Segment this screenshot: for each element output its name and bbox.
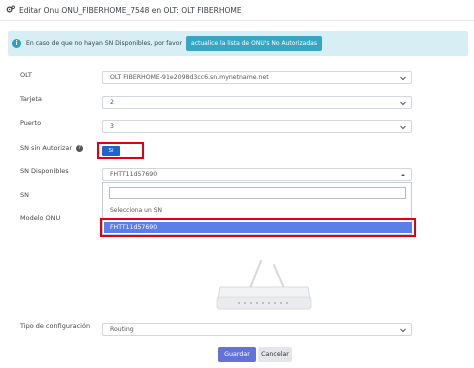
sn-label: SN bbox=[20, 191, 29, 199]
sn-disponibles-label: SN Disponibles bbox=[20, 167, 69, 175]
header-divider bbox=[0, 20, 474, 21]
dropdown-option[interactable]: Selecciona un SN bbox=[110, 207, 162, 214]
sn-sin-autorizar-label: SN sin Autorizar? bbox=[20, 144, 84, 152]
tarjeta-label: Tarjeta bbox=[20, 95, 42, 103]
tipo-configuracion-select[interactable]: Routing bbox=[102, 323, 412, 336]
page-title: Editar Onu ONU_FIBERHOME_7548 en OLT: OL… bbox=[6, 3, 242, 17]
puerto-label: Puerto bbox=[20, 119, 42, 127]
info-banner: i En caso de que no hayan SN Disponibles… bbox=[8, 31, 468, 56]
refresh-unauthorized-onus-button[interactable]: actualice la lista de ONU's No Autorizad… bbox=[186, 36, 322, 51]
chevron-up-icon bbox=[399, 171, 407, 179]
info-icon: i bbox=[12, 39, 21, 48]
olt-select-value: OLT FIBERHOME-91e2098d3cc6.sn.mynetname.… bbox=[110, 74, 269, 81]
puerto-select-value: 3 bbox=[110, 123, 114, 130]
olt-select[interactable]: OLT FIBERHOME-91e2098d3cc6.sn.mynetname.… bbox=[102, 71, 412, 84]
chevron-down-icon bbox=[399, 123, 407, 131]
tipo-configuracion-select-value: Routing bbox=[110, 326, 134, 333]
dropdown-option-highlighted[interactable]: FHTT11d57690 bbox=[100, 218, 416, 237]
gears-icon bbox=[6, 5, 15, 16]
tarjeta-select[interactable]: 2 bbox=[102, 96, 412, 109]
puerto-select[interactable]: 3 bbox=[102, 120, 412, 133]
tarjeta-select-value: 2 bbox=[110, 99, 114, 106]
chevron-down-icon bbox=[399, 326, 407, 334]
modelo-onu-label: Modelo ONU bbox=[20, 214, 61, 222]
sn-sin-autorizar-label-text: SN sin Autorizar bbox=[20, 144, 73, 152]
sn-search-input[interactable] bbox=[109, 187, 406, 199]
chevron-down-icon bbox=[399, 99, 407, 107]
sn-sin-autorizar-toggle[interactable]: Si bbox=[97, 142, 144, 159]
onu-model-image bbox=[214, 260, 314, 312]
cancel-button[interactable]: Cancelar bbox=[258, 347, 292, 362]
toggle-on-label: Si bbox=[102, 146, 120, 156]
dropdown-option-label: FHTT11d57690 bbox=[104, 222, 412, 233]
save-button[interactable]: Guardar bbox=[218, 347, 256, 362]
info-banner-text: En caso de que no hayan SN Disponibles, … bbox=[26, 40, 183, 47]
tipo-configuracion-label: Tipo de configuración bbox=[20, 322, 91, 330]
chevron-down-icon bbox=[399, 74, 407, 82]
sn-disponibles-select-value: FHTT11d57690 bbox=[110, 171, 158, 178]
sn-disponibles-select[interactable]: FHTT11d57690 bbox=[102, 168, 412, 181]
page-title-text: Editar Onu ONU_FIBERHOME_7548 en OLT: OL… bbox=[19, 5, 242, 15]
question-icon[interactable]: ? bbox=[76, 144, 84, 152]
olt-label: OLT bbox=[20, 71, 32, 79]
